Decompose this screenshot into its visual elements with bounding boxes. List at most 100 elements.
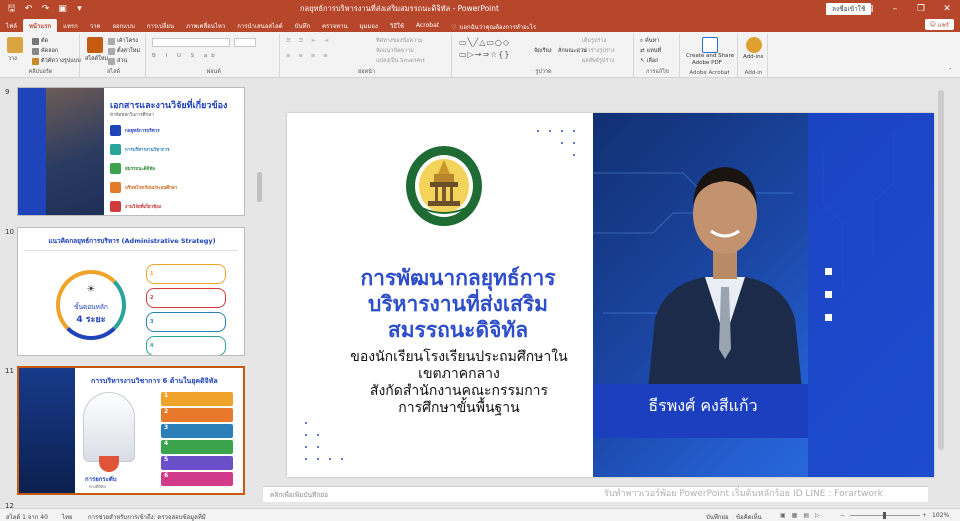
close-button[interactable]: ✕: [934, 0, 960, 18]
present-icon[interactable]: ▣: [57, 4, 68, 15]
editor-scrollbar[interactable]: [936, 80, 946, 484]
smartart-button[interactable]: แปลงเป็น SmartArt: [376, 57, 425, 65]
minimize-button[interactable]: –: [882, 0, 908, 18]
tab-view[interactable]: มุมมอง: [354, 19, 384, 32]
layout-button[interactable]: เค้าโครง: [108, 37, 138, 45]
collapse-ribbon-icon[interactable]: ⌃: [948, 68, 953, 74]
shape-outline-button[interactable]: เค้าร่างรูปร่าง: [582, 47, 615, 55]
align-buttons[interactable]: ≡ ≡ ≡ ≡: [286, 53, 331, 59]
zoom-out-icon[interactable]: −: [840, 512, 845, 519]
tab-home[interactable]: หน้าแรก: [22, 19, 58, 32]
zoom-slider-thumb[interactable]: [883, 512, 886, 519]
slide-thumbnail-10[interactable]: แนวคิดกลยุทธ์การบริหาร (Administrative S…: [17, 227, 245, 356]
tab-review[interactable]: ตรวจทาน: [316, 19, 353, 32]
new-slide-button[interactable]: สไลด์ใหม่: [85, 55, 108, 63]
thumb-side-band: [19, 368, 75, 493]
font-size-select[interactable]: [234, 38, 256, 47]
customize-qa-icon[interactable]: ▾: [74, 4, 85, 15]
editing-group-label: การแก้ไข: [646, 69, 669, 75]
shape-effects-button[interactable]: ผลลัพธ์รูปร่าง: [582, 57, 614, 65]
replace-button[interactable]: ⇄ แทนที่: [640, 47, 661, 55]
lightbulb-icon: ☀: [86, 284, 96, 295]
tab-design[interactable]: ออกแบบ: [106, 19, 140, 32]
share-button[interactable]: ☺ แชร์: [924, 19, 954, 30]
university-seal-logo: [406, 146, 482, 226]
reset-label: ตั้งค่าใหม่: [117, 48, 140, 54]
tab-transitions[interactable]: การเปลี่ยน: [141, 19, 180, 32]
editor-scroll-thumb[interactable]: [938, 90, 944, 450]
redo-icon[interactable]: ↷: [40, 4, 51, 15]
arrange-button[interactable]: จัดเรียง: [534, 47, 552, 55]
cut-button[interactable]: ตัด: [32, 37, 48, 45]
copy-button[interactable]: คัดลอก: [32, 47, 58, 55]
zoom-in-icon[interactable]: +: [922, 512, 927, 519]
thumb-divider: [24, 250, 238, 251]
decor-dot: [573, 130, 575, 132]
shapes-gallery[interactable]: ▭╲╱△▭○◇: [459, 38, 510, 47]
notes-toggle[interactable]: บันทึกย่อ: [706, 512, 729, 521]
slide-thumbnails-pane[interactable]: 9 เอกสารและงานวิจัยที่เกี่ยวข้อง หัวข้อห…: [0, 78, 263, 508]
undo-icon[interactable]: ↶: [23, 4, 34, 15]
slide-title[interactable]: การพัฒนากลยุทธ์การ บริหารงานที่ส่งเสริม …: [323, 265, 593, 343]
align-text-button[interactable]: จัดแนวข้อความ: [376, 47, 414, 55]
tab-slideshow[interactable]: การนำเสนอสไลด์: [231, 19, 288, 32]
pdf-icon[interactable]: [702, 37, 718, 53]
ribbon-display-icon[interactable]: ▤: [856, 0, 882, 18]
ribbon-tabs: ไฟล์ หน้าแรก แทรก วาด ออกแบบ การเปลี่ยน …: [0, 18, 960, 32]
tab-acrobat[interactable]: Acrobat: [410, 19, 445, 32]
reset-button[interactable]: ตั้งค่าใหม่: [108, 47, 140, 55]
thumbnail-scrollbar[interactable]: [257, 82, 262, 502]
share-icon: ☺: [929, 21, 936, 28]
addins-icon[interactable]: [746, 37, 762, 53]
new-slide-icon[interactable]: [87, 37, 103, 53]
create-pdf-line2[interactable]: Adobe PDF: [692, 60, 722, 66]
find-button[interactable]: ⌕ ค้นหา: [640, 37, 659, 45]
addins-button[interactable]: Add-ins: [743, 54, 764, 60]
tab-record[interactable]: บันทึก: [289, 19, 317, 32]
restore-button[interactable]: ❐: [908, 0, 934, 18]
tab-insert[interactable]: แทรก: [57, 19, 84, 32]
section-button[interactable]: ส่วน: [108, 57, 127, 65]
thumbnail-scroll-thumb[interactable]: [257, 172, 262, 202]
format-painter-button[interactable]: ตัวคัดวางรูปแบบ: [32, 57, 81, 65]
thumb-items: กลยุทธ์การบริหาร การบริหารงานวิชาการ สมร…: [110, 121, 228, 215]
slide-subtitle[interactable]: ของนักเรียนโรงเรียนประถมศึกษาใน เขตภาคกล…: [309, 349, 609, 417]
current-slide[interactable]: การพัฒนากลยุทธ์การ บริหารงานที่ส่งเสริม …: [287, 113, 934, 477]
font-group-label: ฟอนต์: [206, 69, 221, 75]
tab-draw[interactable]: วาด: [84, 19, 107, 32]
decor-dot: [573, 154, 575, 156]
slide-thumbnail-9[interactable]: เอกสารและงานวิจัยที่เกี่ยวข้อง หัวข้อหลั…: [17, 87, 245, 216]
select-button[interactable]: ↖ เลือก: [640, 57, 659, 65]
presenter-name[interactable]: ธีรพงศ์ คงสีแก้ว: [603, 394, 803, 419]
text-direction-button[interactable]: ทิศทางของข้อความ: [376, 37, 423, 45]
scissors-icon: [32, 37, 39, 45]
font-name-select[interactable]: [152, 38, 230, 47]
list-buttons[interactable]: ☰ ☰ ⇤ ⇥: [286, 38, 331, 44]
comments-toggle[interactable]: ข้อคิดเห็น: [736, 512, 762, 521]
tab-help[interactable]: วิธีใช้: [384, 19, 410, 32]
thumb-caption-2: ทางดิจิทัล: [89, 484, 106, 489]
font-format-buttons[interactable]: B I U S ab: [152, 53, 219, 59]
decor-dot: [305, 434, 307, 436]
paste-button[interactable]: วาง: [8, 55, 17, 63]
tell-me-search[interactable]: ♡ บอกฉันว่าคุณต้องการทำอะไร: [445, 22, 536, 32]
thumb-title: การบริหารงานวิชาการ 6 ด้านในยุคดิจิทัล: [91, 377, 218, 385]
thumb-item: สมรรถนะดิจิทัล: [125, 167, 156, 172]
paste-icon[interactable]: [7, 37, 23, 53]
tab-animations[interactable]: ภาพเคลื่อนไหว: [180, 19, 231, 32]
shape-fill-button[interactable]: เติมรูปร่าง: [582, 37, 606, 45]
group-addins: Add-ins Add-in: [740, 34, 768, 77]
view-buttons[interactable]: ▣▦▤▷: [780, 512, 826, 519]
step-bar: 2: [161, 408, 233, 422]
zoom-level[interactable]: 102%: [932, 512, 949, 519]
language-status[interactable]: ไทย: [62, 512, 73, 521]
slide-title-line: บริหารงานที่ส่งเสริม: [368, 292, 548, 316]
create-pdf-line1[interactable]: Create and Share: [686, 53, 734, 59]
tab-file[interactable]: ไฟล์: [0, 19, 23, 32]
accessibility-status[interactable]: การช่วยสำหรับการเข้าถึง: ตรวจสอบข้อมูลที…: [88, 512, 206, 521]
slide-thumbnail-11[interactable]: การบริหารงานวิชาการ 6 ด้านในยุคดิจิทัล ก…: [17, 366, 245, 495]
cut-label: ตัด: [41, 38, 49, 44]
shapes-gallery-row2[interactable]: ▭▷→⇒☆{}: [459, 50, 510, 59]
save-icon[interactable]: 🖫: [6, 4, 17, 15]
step-bar: 4: [161, 440, 233, 454]
